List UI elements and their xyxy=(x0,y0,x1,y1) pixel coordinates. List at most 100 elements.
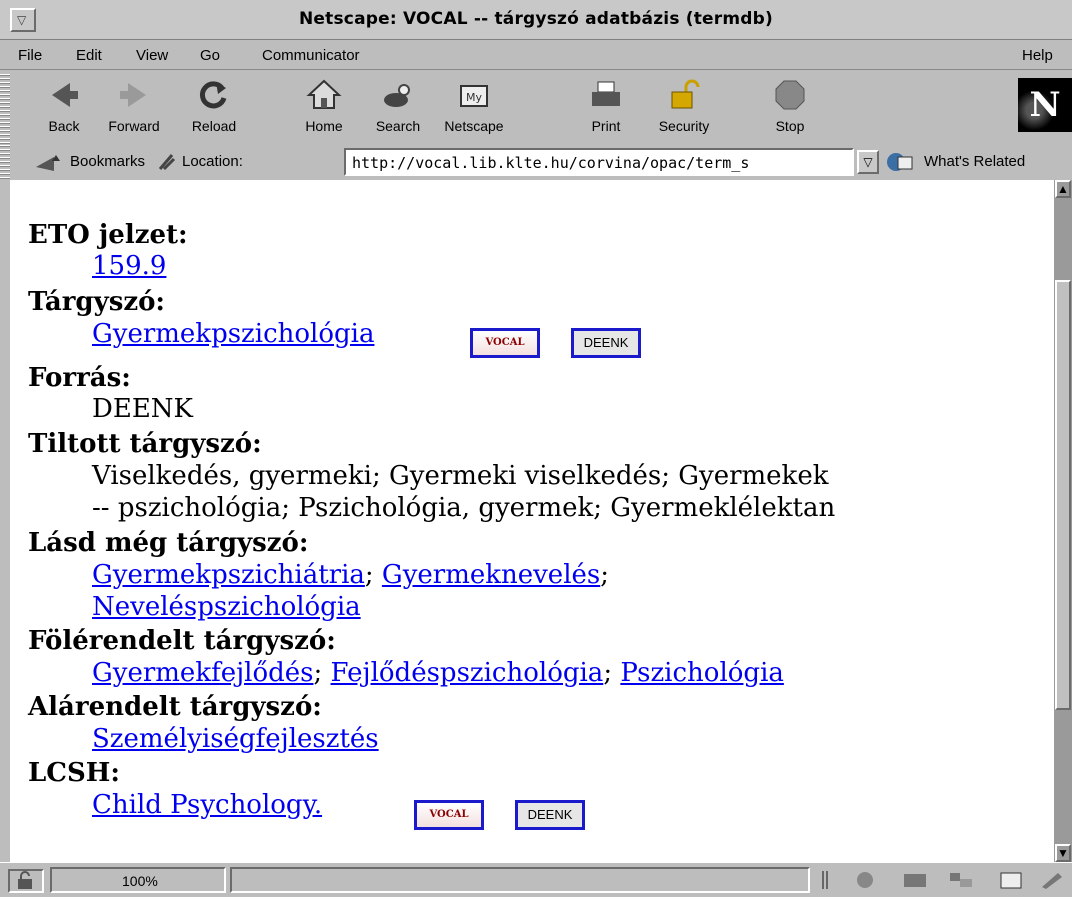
folerendelt-value: Gyermekfejlődés; Fejlődéspszichológia; P… xyxy=(92,658,784,688)
targyszo-label: Tárgyszó: xyxy=(28,287,166,317)
folerendelt-label: Fölérendelt tárgyszó: xyxy=(28,626,336,656)
targyszo-link[interactable]: Gyermekpszichológia xyxy=(92,319,374,349)
stop-icon xyxy=(775,80,805,110)
deenk-badge-label: DEENK xyxy=(574,331,638,355)
menu-help[interactable]: Help xyxy=(1022,47,1053,64)
tiltott-line2: -- pszichológia; Pszichológia, gyermek; … xyxy=(92,493,836,523)
menu-file[interactable]: File xyxy=(18,47,42,64)
navigator-icon[interactable] xyxy=(850,869,880,891)
lcsh-value: Child Psychology. xyxy=(92,790,322,820)
whats-related-button[interactable]: What's Related xyxy=(924,153,1025,170)
zoom-indicator: 100% xyxy=(50,867,226,893)
deenk-badge-button[interactable]: DEENK xyxy=(571,328,641,358)
lcsh-deenk-badge-button[interactable]: DEENK xyxy=(515,800,585,830)
lasd-meg-label: Lásd még tárgyszó: xyxy=(28,528,309,558)
security-button[interactable]: Security xyxy=(642,74,726,142)
status-bar: 100% xyxy=(0,862,1072,897)
title-bar: ▽ Netscape: VOCAL -- tárgyszó adatbázis … xyxy=(0,0,1072,40)
lasd-meg-link[interactable]: Neveléspszichológia xyxy=(92,592,361,622)
security-label: Security xyxy=(658,118,710,134)
navigation-toolbar: Back Forward Reload Home Search My Netsc… xyxy=(12,74,1072,144)
lock-status-icon xyxy=(18,871,32,889)
folerendelt-link[interactable]: Pszichológia xyxy=(620,658,784,688)
lasd-meg-link[interactable]: Gyermekpszichiátria xyxy=(92,560,365,590)
bookmarks-button[interactable]: Bookmarks xyxy=(70,153,145,170)
scroll-down-icon[interactable]: ▼ xyxy=(1055,844,1071,862)
forras-label: Forrás: xyxy=(28,363,131,393)
menu-edit[interactable]: Edit xyxy=(76,47,102,64)
home-icon xyxy=(306,79,342,109)
alarendelt-link[interactable]: Személyiségfejlesztés xyxy=(92,724,379,754)
menu-bar: File Edit View Go Communicator Help xyxy=(0,40,1072,70)
home-label: Home xyxy=(305,118,343,134)
security-status-button[interactable] xyxy=(8,869,44,893)
bookmarks-icon xyxy=(36,155,60,171)
vocal-badge-label: VOCAL xyxy=(417,803,481,827)
composer-icon[interactable] xyxy=(996,869,1026,891)
toolbar-grip[interactable] xyxy=(0,74,10,144)
page-content: ETO jelzet: 159.9 Tárgyszó: Gyermekpszic… xyxy=(10,180,1054,862)
vertical-scrollbar[interactable]: ▲ ▼ xyxy=(1054,180,1072,862)
lasd-meg-line2: Neveléspszichológia xyxy=(92,592,361,622)
eto-link[interactable]: 159.9 xyxy=(92,251,166,281)
stop-label: Stop xyxy=(775,118,805,134)
netscape-label: Netscape xyxy=(444,118,504,134)
print-label: Print xyxy=(591,118,621,134)
url-text: http://vocal.lib.klte.hu/corvina/opac/te… xyxy=(352,154,750,172)
stop-button[interactable]: Stop xyxy=(748,74,832,142)
discussion-icon[interactable] xyxy=(946,869,976,891)
separator: ; xyxy=(600,560,610,590)
separator: ; xyxy=(603,658,613,688)
instant-message-icon[interactable] xyxy=(1038,869,1068,891)
component-bar-grip-icon[interactable] xyxy=(820,869,832,891)
menu-communicator[interactable]: Communicator xyxy=(262,47,360,64)
lcsh-label: LCSH: xyxy=(28,758,120,788)
scrollbar-thumb[interactable] xyxy=(1055,280,1071,710)
location-label: Location: xyxy=(182,153,243,170)
menu-view[interactable]: View xyxy=(136,47,168,64)
folerendelt-link[interactable]: Fejlődéspszichológia xyxy=(331,658,604,688)
mail-icon[interactable] xyxy=(900,869,930,891)
lasd-meg-link[interactable]: Gyermeknevelés xyxy=(382,560,600,590)
eto-label: ETO jelzet: xyxy=(28,220,188,250)
back-arrow-icon xyxy=(52,83,78,107)
padlock-icon xyxy=(671,79,700,109)
forras-value: DEENK xyxy=(92,394,193,424)
locationbar-grip[interactable] xyxy=(0,145,10,179)
vocal-badge-label: VOCAL xyxy=(473,331,537,355)
folerendelt-link[interactable]: Gyermekfejlődés xyxy=(92,658,313,688)
status-message xyxy=(230,867,810,893)
url-input[interactable]: http://vocal.lib.klte.hu/corvina/opac/te… xyxy=(344,148,854,176)
netscape-icon: My xyxy=(460,85,488,107)
search-label: Search xyxy=(375,118,421,134)
menu-go[interactable]: Go xyxy=(200,47,220,64)
lcsh-link[interactable]: Child Psychology. xyxy=(92,790,322,820)
forward-arrow-icon xyxy=(120,83,146,107)
location-icon xyxy=(158,154,176,171)
reload-icon xyxy=(199,81,227,109)
url-dropdown-button[interactable]: ▽ xyxy=(857,150,879,174)
reload-button[interactable]: Reload xyxy=(172,74,256,142)
netscape-logo-icon[interactable]: N xyxy=(1018,78,1072,132)
svg-text:My: My xyxy=(466,91,482,104)
vocal-badge-button[interactable]: VOCAL xyxy=(470,328,540,358)
search-button[interactable]: Search xyxy=(356,74,440,142)
scroll-up-icon[interactable]: ▲ xyxy=(1055,180,1071,198)
alarendelt-label: Alárendelt tárgyszó: xyxy=(28,692,322,722)
tiltott-line1: Viselkedés, gyermeki; Gyermeki viselkedé… xyxy=(92,461,829,491)
forward-button[interactable]: Forward xyxy=(92,74,176,142)
component-bar xyxy=(820,867,1070,893)
chevron-down-icon: ▽ xyxy=(863,155,873,169)
search-icon xyxy=(384,84,410,107)
reload-label: Reload xyxy=(191,118,237,134)
lcsh-vocal-badge-button[interactable]: VOCAL xyxy=(414,800,484,830)
printer-icon xyxy=(592,81,620,106)
print-button[interactable]: Print xyxy=(564,74,648,142)
home-button[interactable]: Home xyxy=(282,74,366,142)
tiltott-label: Tiltott tárgyszó: xyxy=(28,429,262,459)
window-title: Netscape: VOCAL -- tárgyszó adatbázis (t… xyxy=(298,9,773,29)
forward-label: Forward xyxy=(108,118,160,134)
netscape-button[interactable]: My Netscape xyxy=(432,74,516,142)
deenk-badge-label: DEENK xyxy=(518,803,582,827)
whats-related-icon xyxy=(887,153,913,171)
